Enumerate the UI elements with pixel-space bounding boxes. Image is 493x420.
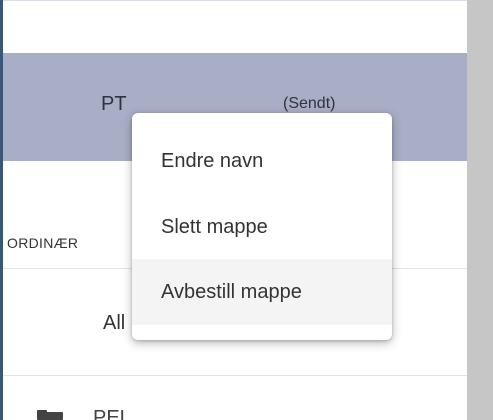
divider xyxy=(3,375,467,376)
folder-row-status: (Sendt) xyxy=(283,95,336,112)
rename-folder-menu-item[interactable]: Endre navn xyxy=(132,129,392,193)
folder-row-name: PT xyxy=(101,93,127,115)
left-accent-bar xyxy=(0,0,3,420)
folder-item-label[interactable]: PEL xyxy=(93,406,131,420)
folder-context-menu: Endre navn Slett mappe Avbestill mappe xyxy=(132,113,392,340)
delete-folder-menu-item[interactable]: Slett mappe xyxy=(132,195,392,259)
cancel-folder-menu-item[interactable]: Avbestill mappe xyxy=(132,259,392,325)
section-heading: ORDINÆR xyxy=(7,235,79,251)
folder-icon xyxy=(37,410,63,420)
scrollbar-track[interactable] xyxy=(467,0,493,420)
all-folders-item[interactable]: All xyxy=(103,312,125,335)
